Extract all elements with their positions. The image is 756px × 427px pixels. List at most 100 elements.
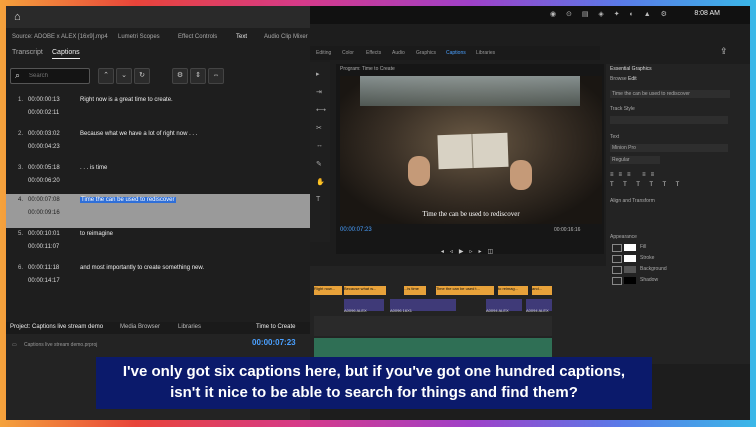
mark-out-icon[interactable]: ▸	[478, 249, 487, 255]
eg-tab-browse[interactable]: Browse	[610, 76, 627, 82]
tab-editing[interactable]: Editing	[316, 50, 331, 56]
caption-clip[interactable]: to reimag...	[498, 286, 528, 295]
tab-libraries-panel[interactable]: Libraries	[178, 324, 201, 330]
settings-button[interactable]: ⚙	[172, 68, 188, 84]
search-box[interactable]: ⌕	[10, 68, 90, 84]
video-clip[interactable]: A0096 ALEX	[344, 299, 384, 313]
caption-text[interactable]: . . . is time	[80, 165, 107, 171]
eg-tab-edit[interactable]: Edit	[628, 76, 637, 82]
stroke-checkbox[interactable]	[612, 255, 622, 263]
tab-text[interactable]: Text	[236, 34, 247, 40]
refresh-button[interactable]: ↻	[134, 68, 150, 84]
project-file-name[interactable]: Captions live stream demo.prproj	[24, 342, 97, 348]
background-swatch[interactable]	[624, 266, 636, 273]
fill-swatch[interactable]	[624, 244, 636, 251]
timeline-panel: Right now... Because what w... ...is tim…	[310, 266, 606, 362]
caption-out-time[interactable]: 00:00:11:07	[28, 244, 59, 250]
video-notebook	[437, 132, 509, 170]
merge-captions-button[interactable]: ⇕	[190, 68, 206, 84]
tab-effect-controls[interactable]: Effect Controls	[178, 34, 217, 40]
background-checkbox[interactable]	[612, 266, 622, 274]
caption-in-time[interactable]: 00:00:05:18	[28, 165, 60, 171]
caption-row[interactable]: 1. 00:00:00:13 00:00:02:11 Right now is …	[6, 94, 310, 128]
tab-media-browser[interactable]: Media Browser	[120, 324, 160, 330]
caption-row[interactable]: 5. 00:00:10:01 00:00:11:07 to reimagine	[6, 228, 310, 262]
caption-clip[interactable]: ...is time	[404, 286, 426, 295]
video-clip[interactable]: A0094 ALEX	[526, 299, 552, 313]
play-icon[interactable]: ▶	[459, 249, 470, 255]
razor-icon[interactable]: ✂	[316, 124, 322, 132]
ripple-edit-icon[interactable]: ⟷	[316, 106, 326, 114]
caption-out-time[interactable]: 00:00:09:16	[28, 210, 60, 216]
caption-clip[interactable]: Time the can be used t...	[436, 286, 494, 295]
text-style-icons[interactable]: T T T T T T	[610, 182, 683, 188]
caption-out-time[interactable]: 00:00:14:17	[28, 278, 60, 284]
pen-icon[interactable]: ✎	[316, 160, 322, 168]
video-clip[interactable]: A0096 16X1	[390, 299, 456, 313]
search-input[interactable]	[29, 70, 83, 81]
home-icon[interactable]: ⌂	[14, 11, 21, 23]
tab-effects[interactable]: Effects	[366, 50, 381, 56]
source-tab[interactable]: Source: ADOBE x ALEX [16x9].mp4	[12, 34, 108, 40]
caption-in-time[interactable]: 00:00:11:18	[28, 265, 59, 271]
selection-tool-icon[interactable]: ▸	[316, 70, 320, 78]
track-style-dropdown[interactable]	[610, 116, 728, 124]
subtitle-line-2: isn't it nice to be able to search for t…	[170, 384, 578, 401]
type-icon[interactable]: T	[316, 196, 320, 203]
audio-clip[interactable]	[314, 338, 552, 358]
caption-text[interactable]: and most importantly to create something…	[80, 265, 204, 271]
caption-row-selected[interactable]: 4. 00:00:07:08 00:00:09:16 Time the can …	[6, 194, 310, 228]
shadow-checkbox[interactable]	[612, 277, 622, 285]
tab-project[interactable]: Project: Captions live stream demo	[10, 324, 103, 330]
export-frame-icon[interactable]: ◫	[488, 249, 500, 255]
sequence-timecode[interactable]: 00:00:07:23	[252, 338, 296, 347]
caption-clip[interactable]: Right now...	[314, 286, 342, 295]
caption-row[interactable]: 3. 00:00:05:18 00:00:06:20 . . . is time	[6, 162, 310, 196]
slip-icon[interactable]: ↔	[316, 142, 323, 149]
mark-in-icon[interactable]: ◂	[441, 249, 450, 255]
step-back-icon[interactable]: ◃	[450, 249, 459, 255]
caption-in-time[interactable]: 00:00:10:01	[28, 231, 60, 237]
caption-text[interactable]: Time the can be used to rediscover	[80, 197, 176, 203]
split-caption-button[interactable]: ⇔	[208, 68, 224, 84]
font-dropdown[interactable]: Minion Pro	[610, 144, 728, 152]
tab-sequence[interactable]: Time to Create	[256, 324, 295, 330]
caption-text[interactable]: Because what we have a lot of right now …	[80, 131, 197, 137]
share-icon[interactable]: ⇪	[720, 46, 730, 56]
video-track-thumbnails[interactable]	[314, 316, 552, 336]
search-down-button[interactable]: ⌄	[116, 68, 132, 84]
caption-clip[interactable]: Because what w...	[344, 286, 386, 295]
tab-libraries[interactable]: Libraries	[476, 50, 495, 56]
video-clip[interactable]: A0094 ALEX	[486, 299, 522, 313]
caption-clip[interactable]: and...	[532, 286, 552, 295]
font-style-dropdown[interactable]: Regular	[610, 156, 660, 164]
caption-out-time[interactable]: 00:00:06:20	[28, 178, 60, 184]
tab-audio[interactable]: Audio	[392, 50, 405, 56]
shadow-swatch[interactable]	[624, 277, 636, 284]
search-up-button[interactable]: ⌃	[98, 68, 114, 84]
track-select-icon[interactable]: ⇥	[316, 88, 322, 96]
caption-in-time[interactable]: 00:00:03:02	[28, 131, 60, 137]
text-align-icons[interactable]: ≡≡≡ ≡≡	[610, 172, 659, 178]
caption-in-time[interactable]: 00:00:07:08	[28, 197, 60, 203]
folder-icon: ▭	[12, 342, 17, 348]
program-timecode[interactable]: 00:00:07:23	[340, 227, 372, 233]
caption-text[interactable]: to reimagine	[80, 231, 113, 237]
fill-checkbox[interactable]	[612, 244, 622, 252]
tab-audio-clip-mixer[interactable]: Audio Clip Mixer	[264, 34, 308, 40]
tab-captions-panel[interactable]: Captions	[52, 49, 80, 59]
eg-text-preview-row[interactable]: Time the can be used to rediscover	[610, 90, 730, 98]
caption-out-time[interactable]: 00:00:04:23	[28, 144, 60, 150]
stroke-swatch[interactable]	[624, 255, 636, 262]
tab-captions[interactable]: Captions	[446, 50, 466, 56]
hand-icon[interactable]: ✋	[316, 178, 325, 186]
tab-transcript[interactable]: Transcript	[12, 49, 43, 56]
caption-in-time[interactable]: 00:00:00:13	[28, 97, 60, 103]
caption-row[interactable]: 2. 00:00:03:02 00:00:04:23 Because what …	[6, 128, 310, 162]
caption-row[interactable]: 6. 00:00:11:18 00:00:14:17 and most impo…	[6, 262, 310, 296]
tab-lumetri-scopes[interactable]: Lumetri Scopes	[118, 34, 160, 40]
caption-out-time[interactable]: 00:00:02:11	[28, 110, 59, 116]
tab-graphics[interactable]: Graphics	[416, 50, 436, 56]
tab-color[interactable]: Color	[342, 50, 354, 56]
caption-text[interactable]: Right now is a great time to create.	[80, 97, 173, 103]
